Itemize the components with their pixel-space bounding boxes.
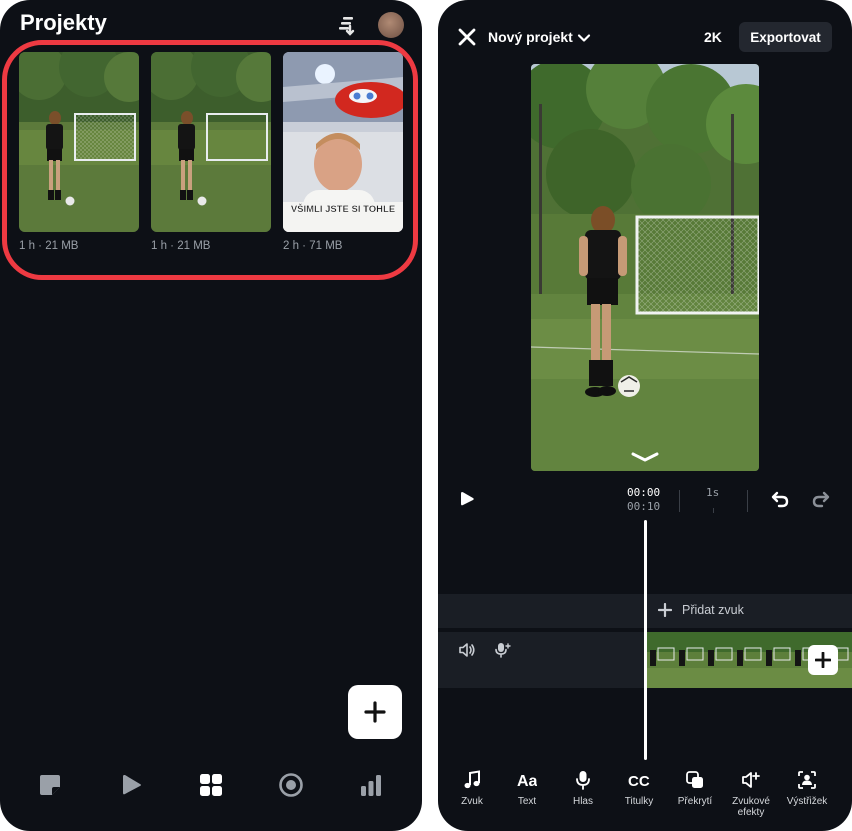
tool-label: Zvukové efekty: [732, 796, 770, 818]
sticker-icon[interactable]: [37, 772, 63, 798]
record-icon[interactable]: [278, 772, 304, 798]
svg-text:Aa: Aa: [517, 773, 537, 790]
soccer-preview-image: [531, 64, 759, 471]
tool-label: Hlas: [572, 796, 593, 807]
overlay-icon: [686, 771, 703, 788]
playhead[interactable]: [644, 520, 647, 760]
avatar[interactable]: [378, 12, 404, 38]
total-time: 00:10: [627, 500, 661, 513]
sound-effects-icon: [742, 772, 760, 788]
project-name[interactable]: Nový projekt: [488, 29, 573, 45]
tool-label: Výstřižek: [786, 796, 828, 807]
projects-screen: Projekty VŠIMLI JSTE SI TOHLE 1 h · 21 M…: [0, 0, 422, 831]
tool-sound-effects[interactable]: Zvukové efekty: [727, 770, 775, 818]
play-icon[interactable]: [458, 490, 476, 508]
volume-icon[interactable]: [458, 641, 476, 659]
chevron-down-icon[interactable]: [577, 31, 591, 45]
svg-text:CC: CC: [628, 773, 650, 790]
tool-cutout[interactable]: Výstřižek: [783, 770, 831, 807]
music-note-icon: [464, 770, 480, 789]
tool-label: Titulky: [624, 796, 654, 807]
redo-icon[interactable]: [812, 490, 830, 508]
chart-icon[interactable]: [358, 772, 384, 798]
undo-icon[interactable]: [771, 490, 789, 508]
tool-label: Překrytí: [677, 796, 713, 807]
resolution-button[interactable]: 2K: [704, 29, 722, 45]
add-audio-button[interactable]: Přidat zvuk: [658, 603, 744, 617]
plus-icon: [658, 603, 672, 617]
tool-text[interactable]: Aa Text: [503, 770, 551, 807]
annotation-highlight: [2, 40, 418, 280]
voiceover-icon[interactable]: [494, 641, 512, 659]
grid-icon[interactable]: [198, 772, 224, 798]
microphone-icon: [576, 771, 590, 790]
timeline-ruler: [679, 490, 748, 513]
add-clip-button[interactable]: [808, 645, 838, 675]
add-audio-label: Přidat zvuk: [682, 603, 744, 617]
export-button[interactable]: Exportovat: [739, 22, 832, 52]
plus-icon: [815, 652, 831, 668]
video-preview[interactable]: [531, 64, 759, 471]
tool-overlay[interactable]: Překrytí: [671, 770, 719, 807]
text-icon: Aa: [517, 773, 537, 790]
tool-label: Text: [517, 796, 537, 807]
cutout-icon: [798, 771, 816, 789]
tool-label: Zvuk: [461, 796, 483, 807]
tool-audio[interactable]: Zvuk: [448, 770, 496, 807]
plus-icon: [364, 701, 386, 723]
captions-icon: CC: [628, 773, 650, 790]
close-icon[interactable]: [458, 28, 476, 46]
timeline-tick: 1s: [706, 486, 720, 499]
page-title: Projekty: [20, 10, 107, 35]
new-project-button[interactable]: [348, 685, 402, 739]
tool-voice[interactable]: Hlas: [559, 770, 607, 807]
sort-icon[interactable]: [336, 14, 358, 36]
tool-captions[interactable]: CC Titulky: [615, 770, 663, 807]
current-time: 00:00: [627, 486, 661, 499]
editor-screen: Nový projekt 2K Exportovat 00:00 00:10 1…: [438, 0, 852, 831]
play-icon[interactable]: [118, 772, 144, 798]
